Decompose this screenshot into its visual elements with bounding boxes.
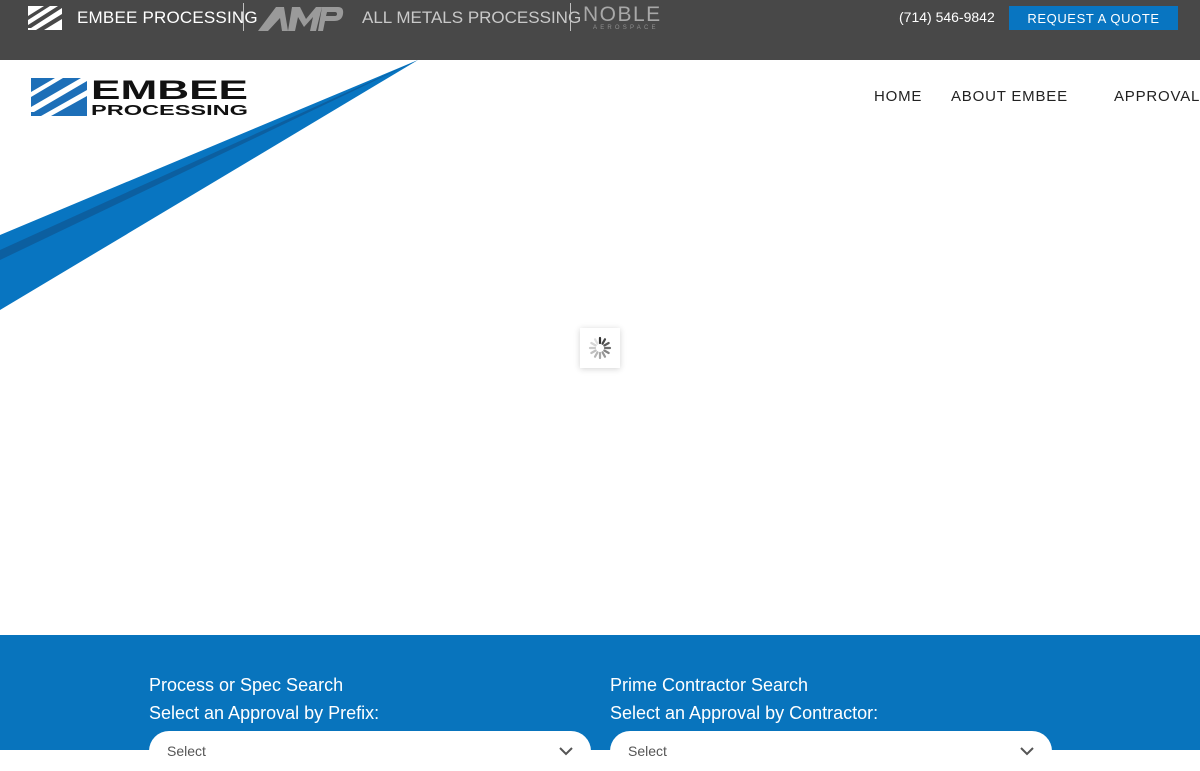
brand-noble-link[interactable]: NOBLE AEROSPACE (583, 0, 662, 36)
loading-indicator (580, 328, 620, 368)
brand-amp-label: ALL METALS PROCESSING (362, 8, 582, 27)
brand-noble-subname: AEROSPACE (593, 24, 659, 31)
logo-wordmark-bottom: PROCESSING (91, 102, 248, 118)
embee-mark-icon (28, 6, 62, 30)
amp-logo-icon (258, 7, 344, 31)
contractor-select-value: Select (628, 743, 667, 759)
prefix-select-label: Select an Approval by Prefix: (149, 703, 380, 723)
phone-link[interactable]: (714) 546-9842 (899, 9, 995, 25)
nav-about-embee[interactable]: ABOUT EMBEE (951, 88, 1068, 105)
divider (570, 3, 571, 31)
nav-approvals[interactable]: APPROVALS (1114, 88, 1200, 105)
approval-search-section: Process or Spec Search Select an Approva… (0, 635, 1200, 771)
brand-noble-name: NOBLE (583, 2, 662, 26)
chevron-down-icon (1020, 747, 1034, 756)
chevron-down-icon (559, 747, 573, 756)
spinner-icon (588, 336, 612, 360)
prefix-select[interactable]: Select (149, 731, 591, 771)
brand-embee-link[interactable]: EMBEE PROCESSING (28, 0, 258, 36)
process-spec-search-title: Process or Spec Search (149, 675, 344, 695)
nav-home[interactable]: HOME (874, 88, 922, 105)
request-quote-button[interactable]: REQUEST A QUOTE (1009, 6, 1178, 30)
contractor-select[interactable]: Select (610, 731, 1052, 771)
embee-logo[interactable]: EMBEE PROCESSING (31, 76, 251, 118)
brand-embee-label: EMBEE PROCESSING (77, 8, 258, 27)
prefix-select-value: Select (167, 743, 206, 759)
contractor-select-label: Select an Approval by Contractor: (610, 703, 879, 723)
brand-amp-link[interactable]: ALL METALS PROCESSING (258, 0, 581, 36)
logo-wordmark-top: EMBEE (91, 76, 248, 105)
prime-contractor-search-title: Prime Contractor Search (610, 675, 809, 695)
top-bar: EMBEE PROCESSING ALL METALS PROCESSING N… (0, 0, 1200, 60)
divider (243, 3, 244, 31)
